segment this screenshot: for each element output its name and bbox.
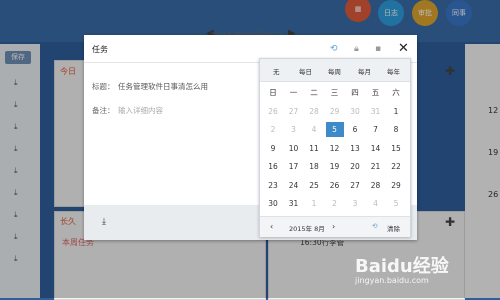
calendar-day[interactable]: 25 [305, 178, 323, 193]
dialog-title: 任务 [92, 45, 108, 54]
calendar-day[interactable]: 19 [326, 159, 344, 174]
weekday-header: 六 [392, 88, 400, 97]
prev-month-icon[interactable]: ‹ [270, 222, 273, 231]
repeat-none[interactable]: 无 [273, 66, 280, 76]
note-label: 备注： [92, 106, 115, 115]
month-label: 2015年 8月 [289, 225, 325, 233]
weekday-header: 三 [330, 88, 339, 97]
calendar-day[interactable]: 26 [264, 104, 282, 119]
calendar-day[interactable]: 1 [387, 104, 405, 119]
calendar-day[interactable]: 7 [367, 122, 385, 137]
calendar-day[interactable]: 21 [367, 159, 385, 174]
calendar-day[interactable]: 4 [367, 196, 385, 211]
calendar-day[interactable]: 6 [346, 122, 364, 137]
weekday-header: 五 [371, 88, 380, 97]
calendar-day[interactable]: 29 [387, 178, 405, 193]
calendar-day[interactable]: 30 [264, 196, 282, 211]
calendar-day[interactable]: 10 [285, 141, 303, 156]
calendar-day[interactable]: 3 [346, 196, 364, 211]
calendar-day[interactable]: 29 [326, 104, 344, 119]
close-icon[interactable]: ✕ [398, 41, 409, 56]
calendar-day[interactable]: 18 [305, 159, 323, 174]
weekday-header: 二 [310, 88, 318, 97]
calendar-footer: ‹ 2015年 8月 › ⟲ 清除 [260, 216, 410, 237]
weekday-header: 日 [269, 88, 277, 97]
calendar-day[interactable]: 5 [325, 122, 344, 137]
calendar-day[interactable]: 12 [326, 141, 344, 156]
calendar-day[interactable]: 22 [387, 159, 405, 174]
watermark-url: jingyan.baidu.com [355, 276, 429, 285]
calendar-day[interactable]: 9 [264, 141, 282, 156]
weekday-header: 一 [289, 88, 298, 97]
calendar-day[interactable]: 4 [305, 122, 323, 137]
weekday-header: 四 [351, 88, 359, 97]
date-picker: 无 每日 每周 每月 每年 日一二三四五六 26 27 28 29 30 31 1 2 3 4 5 6 7… [259, 58, 411, 237]
repeat-daily[interactable]: 每日 [299, 66, 312, 76]
calendar-day[interactable]: 31 [285, 196, 303, 211]
calendar-day[interactable]: 2 [326, 196, 344, 211]
calendar-day[interactable]: 27 [346, 178, 364, 193]
watermark-brand: Baidu经验 [355, 256, 449, 277]
calendar-day[interactable]: 5 [387, 196, 405, 211]
calendar-day[interactable]: 28 [305, 104, 323, 119]
calendar-day[interactable]: 14 [367, 141, 385, 156]
next-month-icon[interactable]: › [332, 222, 335, 231]
calendar-day[interactable]: 23 [264, 178, 282, 193]
calendar-day[interactable]: 13 [346, 141, 364, 156]
lock-icon[interactable]: 🔒︎ [354, 44, 359, 54]
calendar-day[interactable]: 2 [264, 122, 282, 137]
calendar-day[interactable]: 17 [285, 159, 303, 174]
title-label: 标题： [92, 82, 115, 91]
calendar-day[interactable]: 24 [285, 178, 303, 193]
repeat-monthly[interactable]: 每月 [358, 66, 371, 76]
calendar-day[interactable]: 20 [346, 159, 364, 174]
download-icon[interactable]: ⤓ [102, 217, 106, 227]
calendar-day[interactable]: 15 [387, 141, 405, 156]
calendar-day[interactable]: 3 [285, 122, 303, 137]
repeat-icon[interactable]: ⟲ [372, 222, 377, 230]
repeat-options: 无 每日 每周 每月 每年 [260, 59, 410, 82]
calendar-day[interactable]: 11 [305, 141, 323, 156]
trash-icon[interactable]: ▪ [375, 44, 381, 54]
calendar-day[interactable]: 8 [387, 122, 405, 137]
calendar-day[interactable]: 16 [264, 159, 282, 174]
title-input[interactable]: 任务管理软件日事清怎么用 [118, 81, 208, 92]
clear-button[interactable]: 清除 [387, 223, 400, 233]
calendar-day[interactable]: 27 [285, 104, 303, 119]
calendar-day[interactable]: 1 [305, 196, 323, 211]
calendar-day[interactable]: 31 [367, 104, 385, 119]
note-input[interactable]: 输入详细内容 [118, 105, 163, 116]
calendar-day[interactable]: 30 [346, 104, 364, 119]
calendar-day[interactable]: 26 [326, 178, 344, 193]
repeat-icon[interactable]: ⟲ [330, 44, 338, 54]
repeat-yearly[interactable]: 每年 [387, 66, 400, 76]
repeat-weekly[interactable]: 每周 [328, 66, 341, 76]
calendar-day[interactable]: 28 [367, 178, 385, 193]
